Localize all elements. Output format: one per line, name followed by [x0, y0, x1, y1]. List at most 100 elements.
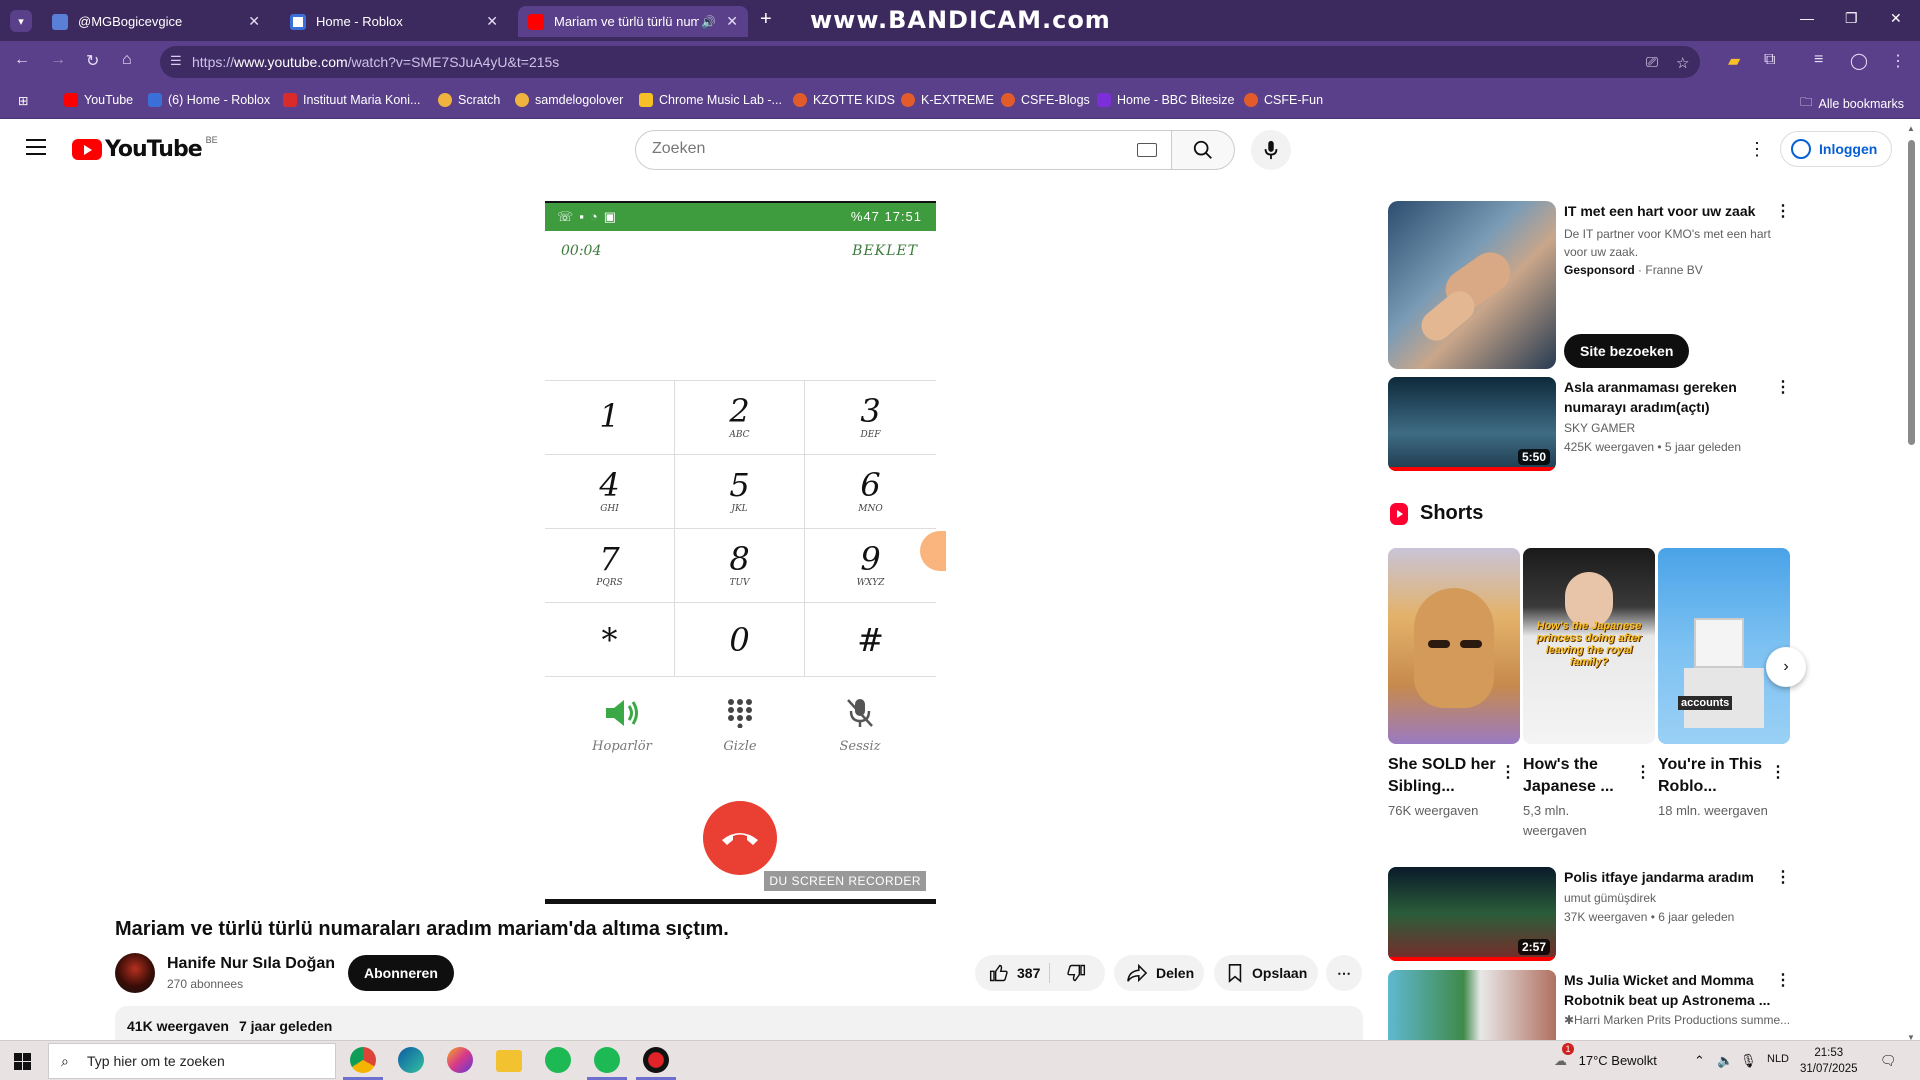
short-title[interactable]: How's the Japanese ... [1523, 754, 1631, 798]
short-title[interactable]: You're in This Roblo... [1658, 754, 1766, 798]
profile-icon[interactable]: ◯ [1850, 51, 1868, 71]
short-thumbnail[interactable] [1388, 548, 1520, 744]
spotify-icon[interactable] [545, 1047, 571, 1073]
new-tab-button[interactable]: + [760, 8, 772, 31]
share-button[interactable]: Delen [1114, 955, 1204, 991]
close-icon[interactable]: ✕ [248, 13, 260, 30]
speaker-icon[interactable]: 🔊 [701, 15, 716, 29]
taskbar-clock[interactable]: 21:53 31/07/2025 [1800, 1045, 1858, 1077]
edge-icon[interactable] [398, 1047, 424, 1073]
bookmark-star-icon[interactable]: ☆ [1676, 54, 1689, 72]
apps-grid-icon[interactable]: ⊞ [18, 93, 28, 108]
notifications-icon[interactable]: 🗨 [1880, 1053, 1897, 1069]
page-scrollbar[interactable]: ▲ ▼ [1906, 122, 1916, 1042]
bookmark-bbc-bitesize[interactable]: Home - BBC Bitesize [1097, 93, 1234, 107]
short-menu-icon[interactable]: ⋮ [1500, 762, 1516, 782]
bookmark-samdelogolover[interactable]: samdelogolover [515, 93, 623, 107]
close-icon[interactable]: ✕ [486, 13, 498, 30]
bookmark-csfe-blogs[interactable]: CSFE-Blogs [1001, 93, 1090, 107]
video-menu-icon[interactable]: ⋮ [1775, 377, 1791, 397]
tab-mariam-video[interactable]: Mariam ve türlü türlü numa 🔊 ✕ [518, 6, 748, 37]
short-item[interactable]: How's the Japanese princess doing after … [1523, 548, 1655, 841]
video-menu-icon[interactable]: ⋮ [1775, 970, 1791, 990]
youtube-logo[interactable]: YouTube BE [72, 135, 218, 162]
channel-avatar[interactable] [115, 953, 155, 993]
more-actions-button[interactable]: ⋯ [1326, 955, 1362, 991]
search-button[interactable] [1172, 130, 1235, 170]
ad-menu-icon[interactable]: ⋮ [1775, 201, 1791, 221]
windows-start-button[interactable] [14, 1053, 31, 1070]
reload-button[interactable]: ↻ [86, 51, 99, 71]
description-box[interactable]: 41K weergaven 7 jaar geleden [115, 1006, 1363, 1042]
short-title[interactable]: She SOLD her Sibling... [1388, 754, 1496, 798]
taskbar-search-input[interactable] [87, 1053, 327, 1069]
visit-site-button[interactable]: Site bezoeken [1564, 334, 1690, 368]
firefox-icon[interactable] [447, 1047, 473, 1073]
scrollbar-thumb[interactable] [1908, 140, 1915, 445]
video-player[interactable]: ☏▪◔▣ %47 17:51 00:04 BEKLET 1 2 ABC 3 DEF … [545, 201, 946, 904]
voice-search-button[interactable] [1251, 130, 1291, 170]
video-thumbnail[interactable] [1388, 970, 1556, 1040]
short-item[interactable]: accounts You're in This Roblo... 18 mln.… [1658, 548, 1790, 821]
video-channel[interactable]: ✱Harri Marken Prits Productions summe... [1564, 1013, 1790, 1027]
short-thumbnail[interactable]: How's the Japanese princess doing after … [1523, 548, 1655, 744]
bookmark-scratch[interactable]: Scratch [438, 93, 500, 107]
bookmark-instituut[interactable]: Instituut Maria Koni... [283, 93, 420, 107]
bookmark-chrome-music-lab[interactable]: Chrome Music Lab -... [639, 93, 782, 107]
forward-button[interactable]: → [50, 51, 66, 69]
tab-mgbogicevgice[interactable]: @MGBogicevgice ✕ [42, 6, 270, 37]
language-indicator[interactable]: NLD [1767, 1053, 1789, 1065]
weather-widget[interactable]: ☁ 1 17°C Bewolkt [1554, 1043, 1657, 1069]
back-button[interactable]: ← [14, 51, 30, 69]
short-menu-icon[interactable]: ⋮ [1770, 762, 1786, 782]
search-input[interactable] [652, 140, 1092, 158]
short-menu-icon[interactable]: ⋮ [1635, 762, 1651, 782]
video-title[interactable]: Ms Julia Wicket and Momma Robotnik beat … [1564, 970, 1784, 1010]
video-thumbnail[interactable]: 2:57 [1388, 867, 1556, 961]
extension-icon[interactable]: ▰ [1728, 51, 1740, 71]
signin-button[interactable]: Inloggen [1780, 131, 1893, 167]
file-explorer-icon[interactable] [496, 1050, 522, 1072]
channel-name[interactable]: Hanife Nur Sıla Doğan [167, 955, 335, 973]
close-icon[interactable]: ✕ [726, 13, 738, 30]
video-channel[interactable]: umut gümüşdirek [1564, 891, 1656, 905]
home-button[interactable]: ⌂ [122, 51, 132, 69]
window-close-button[interactable]: ✕ [1890, 10, 1902, 27]
save-button[interactable]: Opslaan [1214, 955, 1318, 991]
menu-icon[interactable] [26, 139, 46, 160]
short-thumbnail[interactable]: accounts [1658, 548, 1790, 744]
extensions-puzzle-icon[interactable]: ⧉ [1764, 51, 1775, 69]
minimize-button[interactable]: — [1800, 10, 1814, 26]
scroll-up-icon[interactable]: ▲ [1907, 124, 1915, 133]
video-channel[interactable]: SKY GAMER [1564, 421, 1635, 435]
bookmark-k-extreme[interactable]: K-EXTREME [901, 93, 994, 107]
ad-thumbnail[interactable] [1388, 201, 1556, 369]
restore-button[interactable]: ❐ [1845, 10, 1858, 27]
video-menu-icon[interactable]: ⋮ [1775, 867, 1791, 887]
bookmark-kzotte-kids[interactable]: KZOTTE KIDS [793, 93, 895, 107]
chrome-icon[interactable] [350, 1047, 376, 1073]
video-thumbnail[interactable]: 5:50 [1388, 377, 1556, 471]
address-bar[interactable]: ☰ https://www.youtube.com/watch?v=SME7SJ… [160, 46, 1700, 78]
video-title[interactable]: Asla aranmaması gereken numarayı aradım(… [1564, 377, 1784, 417]
site-info-icon[interactable]: ☰ [170, 53, 182, 69]
shorts-next-button[interactable]: › [1766, 647, 1806, 687]
bookmark-csfe-fun[interactable]: CSFE-Fun [1244, 93, 1323, 107]
dislike-button[interactable] [1050, 955, 1104, 991]
install-app-icon[interactable]: ⎚ [1646, 54, 1658, 71]
settings-menu-icon[interactable]: ⋮ [1748, 139, 1766, 160]
ad-title[interactable]: IT met een hart voor uw zaak [1564, 203, 1774, 219]
media-control-icon[interactable]: ≡ [1814, 51, 1823, 69]
short-item[interactable]: She SOLD her Sibling... 76K weergaven ⋮ [1388, 548, 1520, 821]
bookmark-roblox[interactable]: (6) Home - Roblox [148, 93, 270, 107]
bandicam-icon[interactable] [643, 1047, 669, 1073]
tray-overflow-icon[interactable]: ⌃ [1694, 1053, 1705, 1069]
tab-search-button[interactable]: ▾ [10, 10, 32, 32]
keyboard-icon[interactable] [1137, 143, 1157, 157]
tab-home-roblox[interactable]: Home - Roblox ✕ [280, 6, 508, 37]
bookmark-youtube[interactable]: YouTube [64, 93, 133, 107]
chrome-menu-icon[interactable]: ⋮ [1890, 51, 1906, 71]
volume-icon[interactable]: 🔈 [1717, 1053, 1733, 1069]
microphone-tray-icon[interactable]: 🎙 [1740, 1053, 1757, 1069]
spotify-icon[interactable] [594, 1047, 620, 1073]
